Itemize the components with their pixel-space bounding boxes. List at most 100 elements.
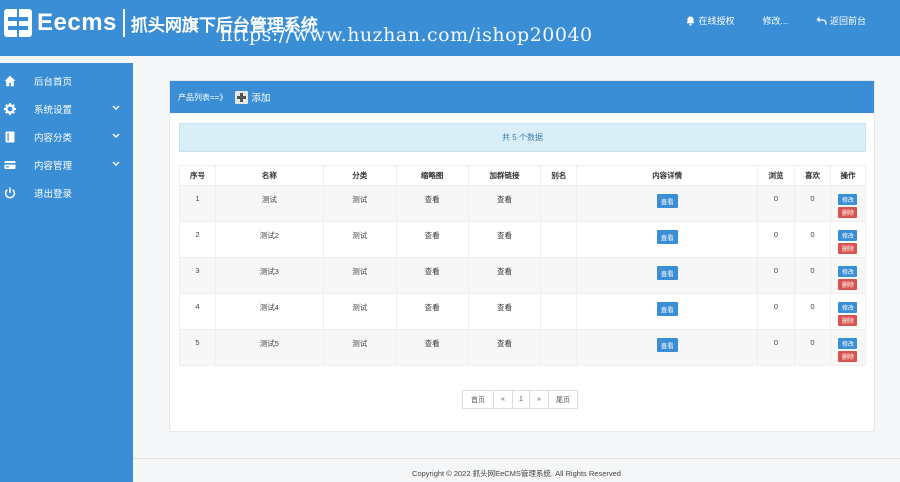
cell-group-link: 查看 bbox=[467, 221, 542, 258]
sidebar-item-label: 内容管理 bbox=[34, 161, 73, 172]
undo-arrow-icon bbox=[816, 16, 827, 25]
cell-name: 测试5 bbox=[214, 329, 324, 366]
delete-button[interactable]: 删除 bbox=[838, 279, 858, 290]
cell-alias bbox=[540, 293, 578, 330]
cell-index: 2 bbox=[179, 221, 216, 258]
cell-actions: 修改 删除 bbox=[829, 221, 867, 258]
cell-index: 4 bbox=[179, 293, 216, 330]
data-count-notice: 共 5 个数据 bbox=[179, 123, 866, 152]
add-button-label: 添加 bbox=[251, 93, 271, 104]
table-row: 4 测试4 测试 查看 查看 查看 0 0 修改 删除 bbox=[179, 293, 867, 330]
delete-button[interactable]: 删除 bbox=[838, 207, 858, 218]
cell-content-detail: 查看 bbox=[576, 257, 759, 294]
online-auth-label: 在线授权 bbox=[698, 16, 735, 26]
view-detail-button[interactable]: 查看 bbox=[656, 338, 678, 352]
thumbnail-view-link[interactable]: 查看 bbox=[425, 303, 440, 312]
cell-thumbnail: 查看 bbox=[395, 329, 469, 366]
cell-actions: 修改 删除 bbox=[829, 257, 867, 294]
cell-group-link: 查看 bbox=[467, 329, 542, 366]
cell-content-detail: 查看 bbox=[576, 329, 759, 366]
sidebar-item-content-category[interactable]: 内容分类 bbox=[0, 123, 133, 151]
thumbnail-view-link[interactable]: 查看 bbox=[425, 195, 440, 204]
sidebar-item-label: 后台首页 bbox=[34, 77, 73, 88]
cell-group-link: 查看 bbox=[467, 185, 542, 222]
logo-icon bbox=[4, 9, 32, 37]
brand-divider bbox=[122, 9, 125, 37]
col-header-name: 名称 bbox=[214, 165, 324, 186]
thumbnail-view-link[interactable]: 查看 bbox=[425, 339, 440, 348]
edit-button[interactable]: 修改 bbox=[838, 194, 858, 205]
group-link-view-link[interactable]: 查看 bbox=[497, 267, 512, 276]
cell-category: 测试 bbox=[322, 257, 397, 294]
pager-prev[interactable]: « bbox=[493, 390, 513, 409]
sidebar-item-label: 内容分类 bbox=[34, 133, 73, 144]
gear-icon bbox=[4, 103, 16, 115]
col-header-views: 浏览 bbox=[757, 165, 795, 186]
pager-first[interactable]: 首页 bbox=[462, 390, 494, 409]
cell-likes: 0 bbox=[793, 329, 831, 366]
cell-views: 0 bbox=[757, 257, 795, 294]
chevron-down-icon bbox=[112, 161, 120, 167]
chevron-down-icon bbox=[112, 133, 120, 139]
thumbnail-view-link[interactable]: 查看 bbox=[425, 267, 440, 276]
table-row: 3 测试3 测试 查看 查看 查看 0 0 修改 删除 bbox=[179, 257, 867, 294]
edit-button[interactable]: 修改 bbox=[838, 230, 858, 241]
cell-content-detail: 查看 bbox=[576, 293, 759, 330]
cell-likes: 0 bbox=[793, 293, 831, 330]
table-header-row: 序号 名称 分类 缩略图 加群链接 别名 内容详情 浏览 喜欢 操作 bbox=[179, 165, 867, 186]
sidebar-item-content-manage[interactable]: 内容管理 bbox=[0, 151, 133, 179]
cell-alias bbox=[540, 185, 578, 222]
cell-name: 测试2 bbox=[214, 221, 324, 258]
cell-views: 0 bbox=[757, 329, 795, 366]
add-button[interactable]: 添加 bbox=[227, 90, 270, 104]
back-to-front-link[interactable]: 返回前台 bbox=[816, 14, 866, 27]
pager-last[interactable]: 尾页 bbox=[548, 390, 578, 409]
cell-thumbnail: 查看 bbox=[395, 185, 469, 222]
delete-button[interactable]: 删除 bbox=[838, 351, 858, 362]
view-detail-button[interactable]: 查看 bbox=[656, 266, 678, 280]
cell-index: 1 bbox=[179, 185, 216, 222]
pager-next[interactable]: » bbox=[529, 390, 549, 409]
book-icon bbox=[5, 131, 15, 143]
cell-actions: 修改 删除 bbox=[829, 293, 867, 330]
cell-views: 0 bbox=[757, 185, 795, 222]
cell-likes: 0 bbox=[793, 257, 831, 294]
chevron-down-icon bbox=[112, 105, 120, 111]
product-list-panel: 产品列表==》 添加 共 5 个数据 序号 名称 分类 缩略图 加群链接 别名 … bbox=[169, 80, 875, 432]
col-header-alias: 别名 bbox=[540, 165, 578, 186]
cell-name: 测试 bbox=[214, 185, 324, 222]
cell-name: 测试4 bbox=[214, 293, 324, 330]
thumbnail-view-link[interactable]: 查看 bbox=[425, 231, 440, 240]
group-link-view-link[interactable]: 查看 bbox=[497, 231, 512, 240]
cell-category: 测试 bbox=[322, 329, 397, 366]
delete-button[interactable]: 删除 bbox=[838, 315, 858, 326]
power-icon bbox=[4, 187, 16, 199]
view-detail-button[interactable]: 查看 bbox=[656, 302, 678, 316]
online-auth-link[interactable]: 在线授权 bbox=[686, 14, 734, 27]
edit-button[interactable]: 修改 bbox=[838, 302, 858, 313]
bell-icon bbox=[687, 16, 695, 26]
edit-profile-link[interactable]: 修改... bbox=[762, 14, 788, 27]
group-link-view-link[interactable]: 查看 bbox=[497, 303, 512, 312]
group-link-view-link[interactable]: 查看 bbox=[497, 195, 512, 204]
edit-button[interactable]: 修改 bbox=[838, 338, 858, 349]
cell-views: 0 bbox=[757, 293, 795, 330]
sidebar-item-system-settings[interactable]: 系统设置 bbox=[0, 95, 133, 123]
brand-name: Eecms bbox=[37, 9, 117, 36]
view-detail-button[interactable]: 查看 bbox=[656, 194, 678, 208]
pager-current[interactable]: 1 bbox=[512, 390, 530, 409]
edit-button[interactable]: 修改 bbox=[838, 266, 858, 277]
cell-content-detail: 查看 bbox=[576, 185, 759, 222]
col-header-content-detail: 内容详情 bbox=[576, 165, 759, 186]
delete-button[interactable]: 删除 bbox=[838, 243, 858, 254]
cell-category: 测试 bbox=[322, 293, 397, 330]
view-detail-button[interactable]: 查看 bbox=[656, 230, 678, 244]
sidebar: 后台首页 系统设置 内容分类 内容管理 退出登录 bbox=[0, 63, 133, 482]
cell-thumbnail: 查看 bbox=[395, 293, 469, 330]
cell-alias bbox=[540, 257, 578, 294]
sidebar-item-label: 退出登录 bbox=[34, 189, 73, 200]
cell-group-link: 查看 bbox=[467, 257, 542, 294]
sidebar-item-logout[interactable]: 退出登录 bbox=[0, 179, 133, 207]
group-link-view-link[interactable]: 查看 bbox=[497, 339, 512, 348]
sidebar-item-home[interactable]: 后台首页 bbox=[0, 67, 133, 95]
